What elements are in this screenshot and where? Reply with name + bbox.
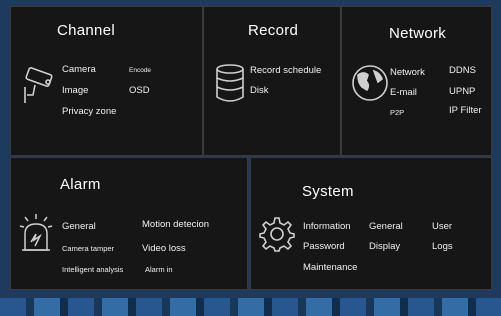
menu-alarm-intelligent-analysis[interactable]: Intelligent analysis: [62, 265, 123, 274]
menu-network-ddns[interactable]: DDNS: [449, 65, 476, 76]
database-icon: [214, 63, 246, 103]
channel-title: Channel: [57, 22, 115, 39]
menu-alarm-motion-detection[interactable]: Motion detecion: [142, 219, 209, 230]
menu-alarm-alarm-in[interactable]: Alarm in: [145, 265, 173, 274]
gear-icon: [259, 216, 295, 252]
system-title: System: [302, 183, 354, 200]
menu-system-display[interactable]: Display: [369, 241, 400, 252]
menu-channel-image[interactable]: Image: [62, 85, 88, 96]
menu-alarm-camera-tamper[interactable]: Camera tamper: [62, 244, 114, 253]
globe-icon: [350, 63, 390, 103]
menu-network-upnp[interactable]: UPNP: [449, 86, 475, 97]
alarm-panel[interactable]: Alarm General Motion detecion Camera tam…: [10, 157, 248, 290]
channel-panel[interactable]: Channel Camera Encode Image OSD Privacy …: [10, 6, 203, 156]
camera-icon: [21, 65, 57, 105]
system-panel[interactable]: System Information General User Password…: [250, 157, 492, 290]
menu-channel-camera[interactable]: Camera: [62, 64, 96, 75]
menu-channel-privacy-zone[interactable]: Privacy zone: [62, 106, 116, 117]
menu-system-user[interactable]: User: [432, 221, 452, 232]
menu-network-p2p[interactable]: P2P: [390, 108, 404, 117]
menu-alarm-video-loss[interactable]: Video loss: [142, 243, 186, 254]
menu-system-maintenance[interactable]: Maintenance: [303, 262, 357, 273]
menu-system-information[interactable]: Information: [303, 221, 351, 232]
menu-record-schedule[interactable]: Record schedule: [250, 65, 321, 76]
menu-system-logs[interactable]: Logs: [432, 241, 453, 252]
menu-channel-osd[interactable]: OSD: [129, 85, 150, 96]
menu-network-ip-filter[interactable]: IP Filter: [449, 105, 482, 116]
menu-system-general[interactable]: General: [369, 221, 403, 232]
alarm-icon: [19, 212, 53, 252]
record-title: Record: [248, 22, 299, 39]
menu-system-password[interactable]: Password: [303, 241, 345, 252]
menu-record-disk[interactable]: Disk: [250, 85, 268, 96]
network-panel[interactable]: Network Network DDNS E-mail UPNP P2P IP …: [341, 6, 492, 156]
menu-network-email[interactable]: E-mail: [390, 87, 417, 98]
menu-network-network[interactable]: Network: [390, 67, 425, 78]
menu-channel-encode[interactable]: Encode: [129, 67, 151, 74]
menu-alarm-general[interactable]: General: [62, 221, 96, 232]
record-panel[interactable]: Record Record schedule Disk: [203, 6, 341, 156]
background-strip: [0, 298, 501, 316]
network-title: Network: [389, 25, 447, 42]
alarm-title: Alarm: [60, 176, 101, 193]
